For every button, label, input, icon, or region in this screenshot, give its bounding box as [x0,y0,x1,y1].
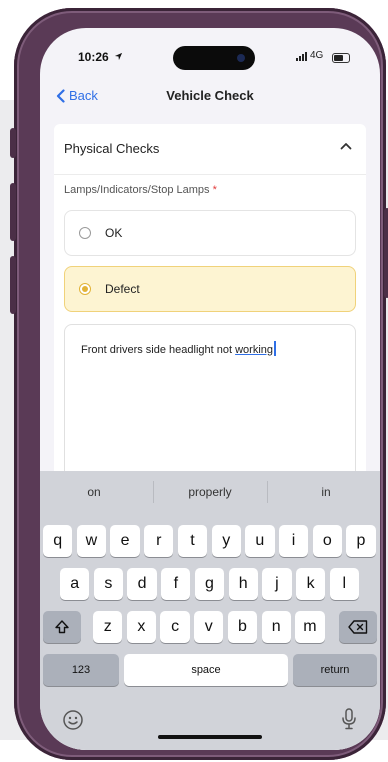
numbers-key[interactable]: 123 [43,654,119,686]
location-arrow-icon [114,52,123,61]
key-m[interactable]: m [295,611,325,643]
keyboard-suggestions: on properly in [40,471,380,511]
phone-frame: 10:26 4G Back Vehicle Check Physical Che… [10,8,388,760]
battery-icon [332,53,350,63]
key-f[interactable]: f [161,568,191,600]
key-h[interactable]: h [228,568,258,600]
key-q[interactable]: q [43,525,73,557]
key-c[interactable]: c [160,611,190,643]
dynamic-island [173,46,255,70]
option-defect-label: Defect [105,282,140,296]
action-button [10,128,16,158]
key-o[interactable]: o [312,525,342,557]
power-button [384,208,388,298]
defect-notes-text: Front drivers side headlight not working [81,341,276,356]
option-ok[interactable]: OK [64,210,356,256]
microphone-icon[interactable] [340,707,358,731]
backspace-key[interactable] [339,611,377,643]
key-p[interactable]: p [346,525,376,557]
keyboard: on properly in qwertyuiop asdfghjkl zxcv… [40,471,380,750]
key-e[interactable]: e [110,525,140,557]
field-label-text: Lamps/Indicators/Stop Lamps [64,184,210,196]
shift-icon [55,620,69,634]
status-time-text: 10:26 [78,50,109,64]
notes-text-autocorrect-word: working [235,344,273,356]
volume-down-button [10,256,16,314]
option-ok-label: OK [105,226,123,240]
suggestion-separator [267,481,268,503]
shift-key[interactable] [43,611,81,643]
option-defect[interactable]: Defect [64,266,356,312]
return-key[interactable]: return [293,654,377,686]
key-x[interactable]: x [126,611,157,643]
status-time: 10:26 [78,50,123,64]
text-caret [274,341,276,356]
radio-ok[interactable] [79,227,91,239]
suggestion-separator [153,481,154,503]
section-title: Physical Checks [64,141,160,156]
key-w[interactable]: w [76,525,107,557]
key-z[interactable]: z [93,611,123,643]
key-u[interactable]: u [245,525,275,557]
suggestion-3[interactable]: in [276,485,376,499]
camera-dot [237,54,245,62]
key-k[interactable]: k [295,568,326,600]
phone-screen: 10:26 4G Back Vehicle Check Physical Che… [40,28,380,750]
suggestion-1[interactable]: on [44,485,144,499]
key-y[interactable]: y [211,525,241,557]
key-r[interactable]: r [144,525,174,557]
key-g[interactable]: g [194,568,225,600]
key-a[interactable]: a [60,568,90,600]
key-i[interactable]: i [278,525,309,557]
key-n[interactable]: n [261,611,291,643]
key-v[interactable]: v [194,611,224,643]
volume-up-button [10,183,16,241]
notes-text-main: Front drivers side headlight not [81,344,236,356]
radio-defect[interactable] [79,283,91,295]
field-label: Lamps/Indicators/Stop Lamps * [64,184,217,196]
status-bar: 10:26 4G [40,28,380,78]
backspace-icon [348,620,368,634]
page-title: Vehicle Check [166,88,254,103]
key-l[interactable]: l [329,568,359,600]
key-s[interactable]: s [93,568,124,600]
navigation-bar: Back Vehicle Check [40,84,380,112]
defect-notes-input[interactable]: Front drivers side headlight not working [64,324,356,486]
space-key[interactable]: space [124,654,288,686]
home-indicator [158,735,262,739]
section-divider [54,174,366,175]
network-type: 4G [310,50,324,61]
emoji-icon[interactable] [62,709,84,731]
key-t[interactable]: t [177,525,208,557]
suggestion-2[interactable]: properly [160,485,260,499]
chevron-up-icon[interactable] [340,142,352,150]
signal-bars-icon [296,52,307,61]
key-j[interactable]: j [262,568,292,600]
key-b[interactable]: b [227,611,258,643]
key-d[interactable]: d [127,568,157,600]
required-marker: * [212,184,217,196]
